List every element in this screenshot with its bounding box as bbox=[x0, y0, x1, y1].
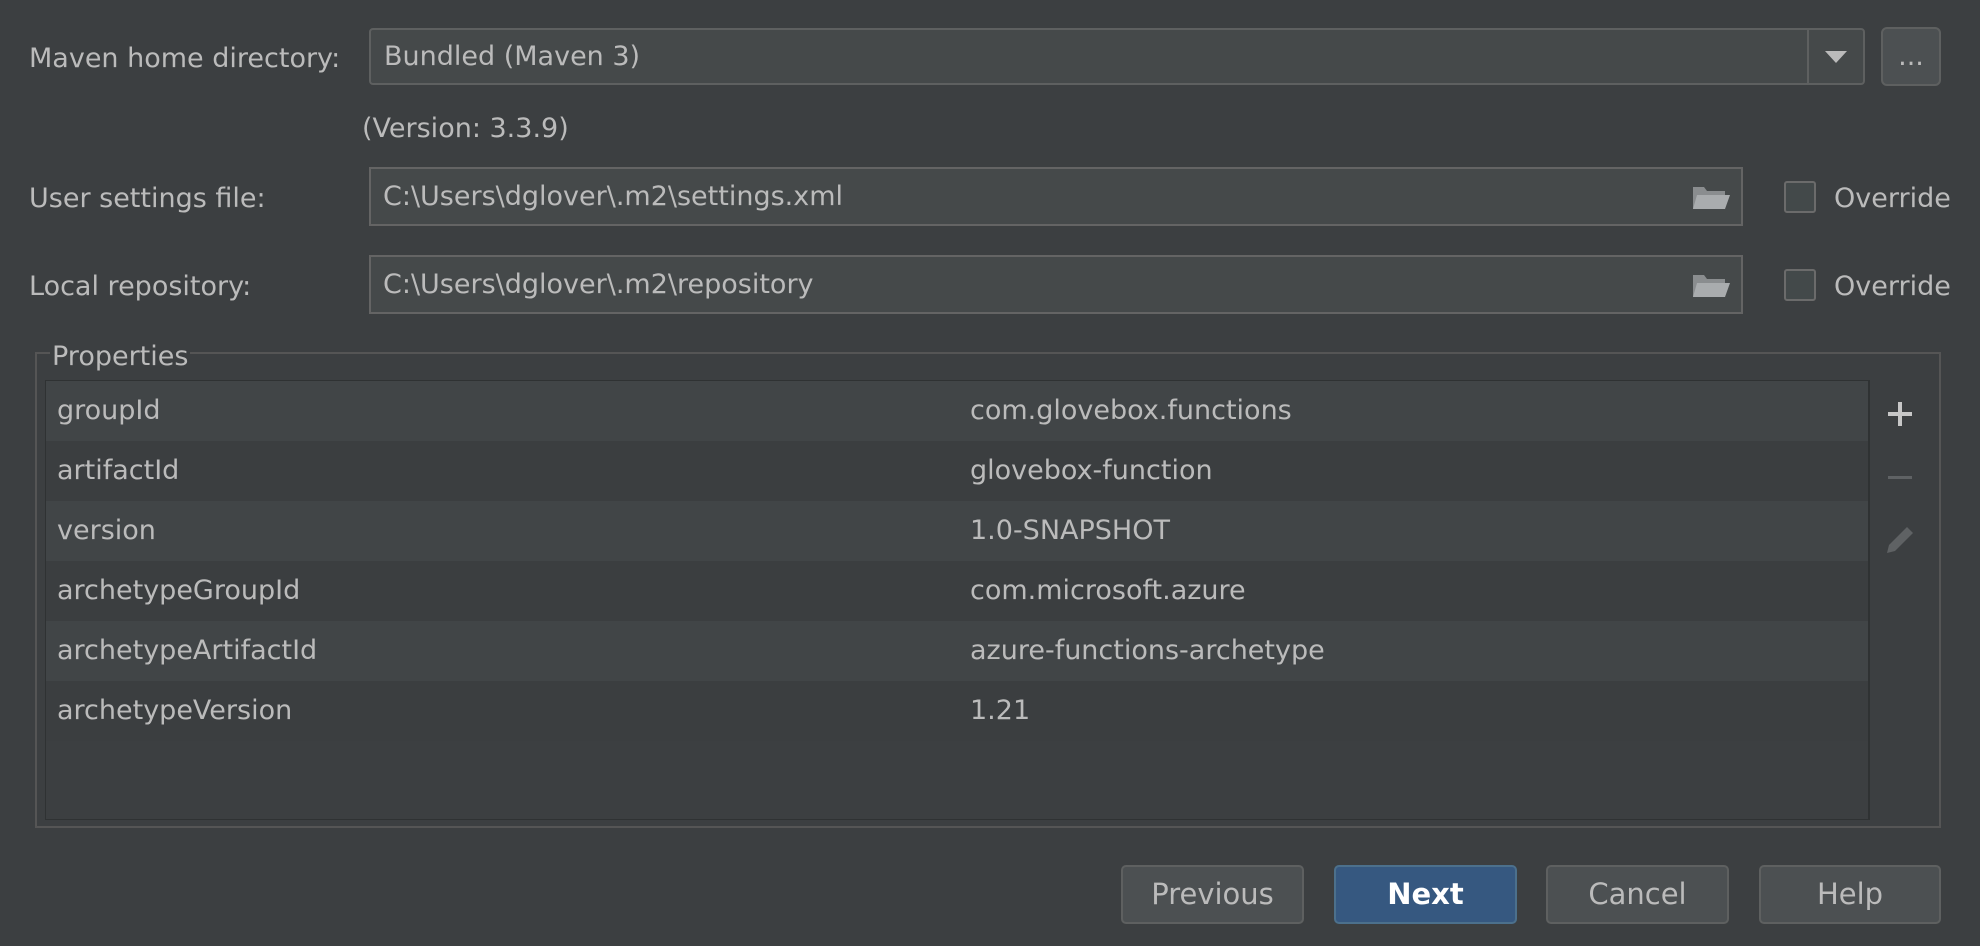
local-repo-value: C:\Users\dglover\.m2\repository bbox=[383, 269, 814, 300]
user-settings-override-label: Override bbox=[1834, 183, 1951, 214]
property-value: com.microsoft.azure bbox=[970, 575, 1246, 606]
user-settings-value: C:\Users\dglover\.m2\settings.xml bbox=[383, 181, 844, 212]
user-settings-label: User settings file: bbox=[29, 183, 266, 214]
property-value: azure-functions-archetype bbox=[970, 635, 1325, 666]
property-key: artifactId bbox=[57, 455, 180, 486]
maven-settings-dialog: Maven home directory: Bundled (Maven 3) … bbox=[0, 0, 1980, 946]
next-button[interactable]: Next bbox=[1334, 865, 1517, 924]
chevron-down-icon[interactable] bbox=[1807, 30, 1863, 83]
table-row[interactable]: archetypeVersion 1.21 bbox=[46, 681, 1868, 741]
table-row[interactable]: groupId com.glovebox.functions bbox=[46, 381, 1868, 441]
local-repo-override-label: Override bbox=[1834, 271, 1951, 302]
maven-version-text: (Version: 3.3.9) bbox=[362, 113, 569, 144]
table-row[interactable]: archetypeGroupId com.microsoft.azure bbox=[46, 561, 1868, 621]
plus-icon bbox=[1888, 402, 1912, 426]
properties-toolbar bbox=[1869, 380, 1931, 820]
local-repo-label: Local repository: bbox=[29, 271, 252, 302]
property-key: archetypeVersion bbox=[57, 695, 293, 726]
user-settings-field[interactable]: C:\Users\dglover\.m2\settings.xml bbox=[369, 167, 1743, 226]
property-key: archetypeGroupId bbox=[57, 575, 301, 606]
help-button[interactable]: Help bbox=[1759, 865, 1941, 924]
property-value: 1.21 bbox=[970, 695, 1031, 726]
minus-icon bbox=[1888, 476, 1912, 479]
previous-button[interactable]: Previous bbox=[1121, 865, 1304, 924]
property-value: 1.0-SNAPSHOT bbox=[970, 515, 1170, 546]
properties-title: Properties bbox=[50, 337, 191, 377]
add-property-button[interactable] bbox=[1870, 384, 1930, 444]
property-value: com.glovebox.functions bbox=[970, 395, 1292, 426]
maven-home-dropdown[interactable]: Bundled (Maven 3) bbox=[369, 28, 1865, 85]
maven-home-label: Maven home directory: bbox=[29, 43, 341, 74]
local-repo-field[interactable]: C:\Users\dglover\.m2\repository bbox=[369, 255, 1743, 314]
property-key: archetypeArtifactId bbox=[57, 635, 318, 666]
edit-property-button[interactable] bbox=[1870, 510, 1930, 570]
table-row[interactable]: version 1.0-SNAPSHOT bbox=[46, 501, 1868, 561]
table-row[interactable]: artifactId glovebox-function bbox=[46, 441, 1868, 501]
properties-table: groupId com.glovebox.functions artifactI… bbox=[45, 380, 1869, 820]
maven-home-selected: Bundled (Maven 3) bbox=[384, 41, 641, 72]
local-repo-override-checkbox[interactable] bbox=[1784, 269, 1816, 301]
property-key: groupId bbox=[57, 395, 161, 426]
property-value: glovebox-function bbox=[970, 455, 1213, 486]
cancel-button[interactable]: Cancel bbox=[1546, 865, 1729, 924]
user-settings-override-checkbox[interactable] bbox=[1784, 181, 1816, 213]
pencil-icon bbox=[1887, 527, 1913, 553]
table-row[interactable]: archetypeArtifactId azure-functions-arch… bbox=[46, 621, 1868, 681]
maven-home-browse-button[interactable]: ... bbox=[1881, 27, 1941, 86]
folder-open-icon[interactable] bbox=[1691, 271, 1731, 299]
folder-open-icon[interactable] bbox=[1691, 183, 1731, 211]
property-key: version bbox=[57, 515, 156, 546]
remove-property-button[interactable] bbox=[1870, 448, 1930, 508]
